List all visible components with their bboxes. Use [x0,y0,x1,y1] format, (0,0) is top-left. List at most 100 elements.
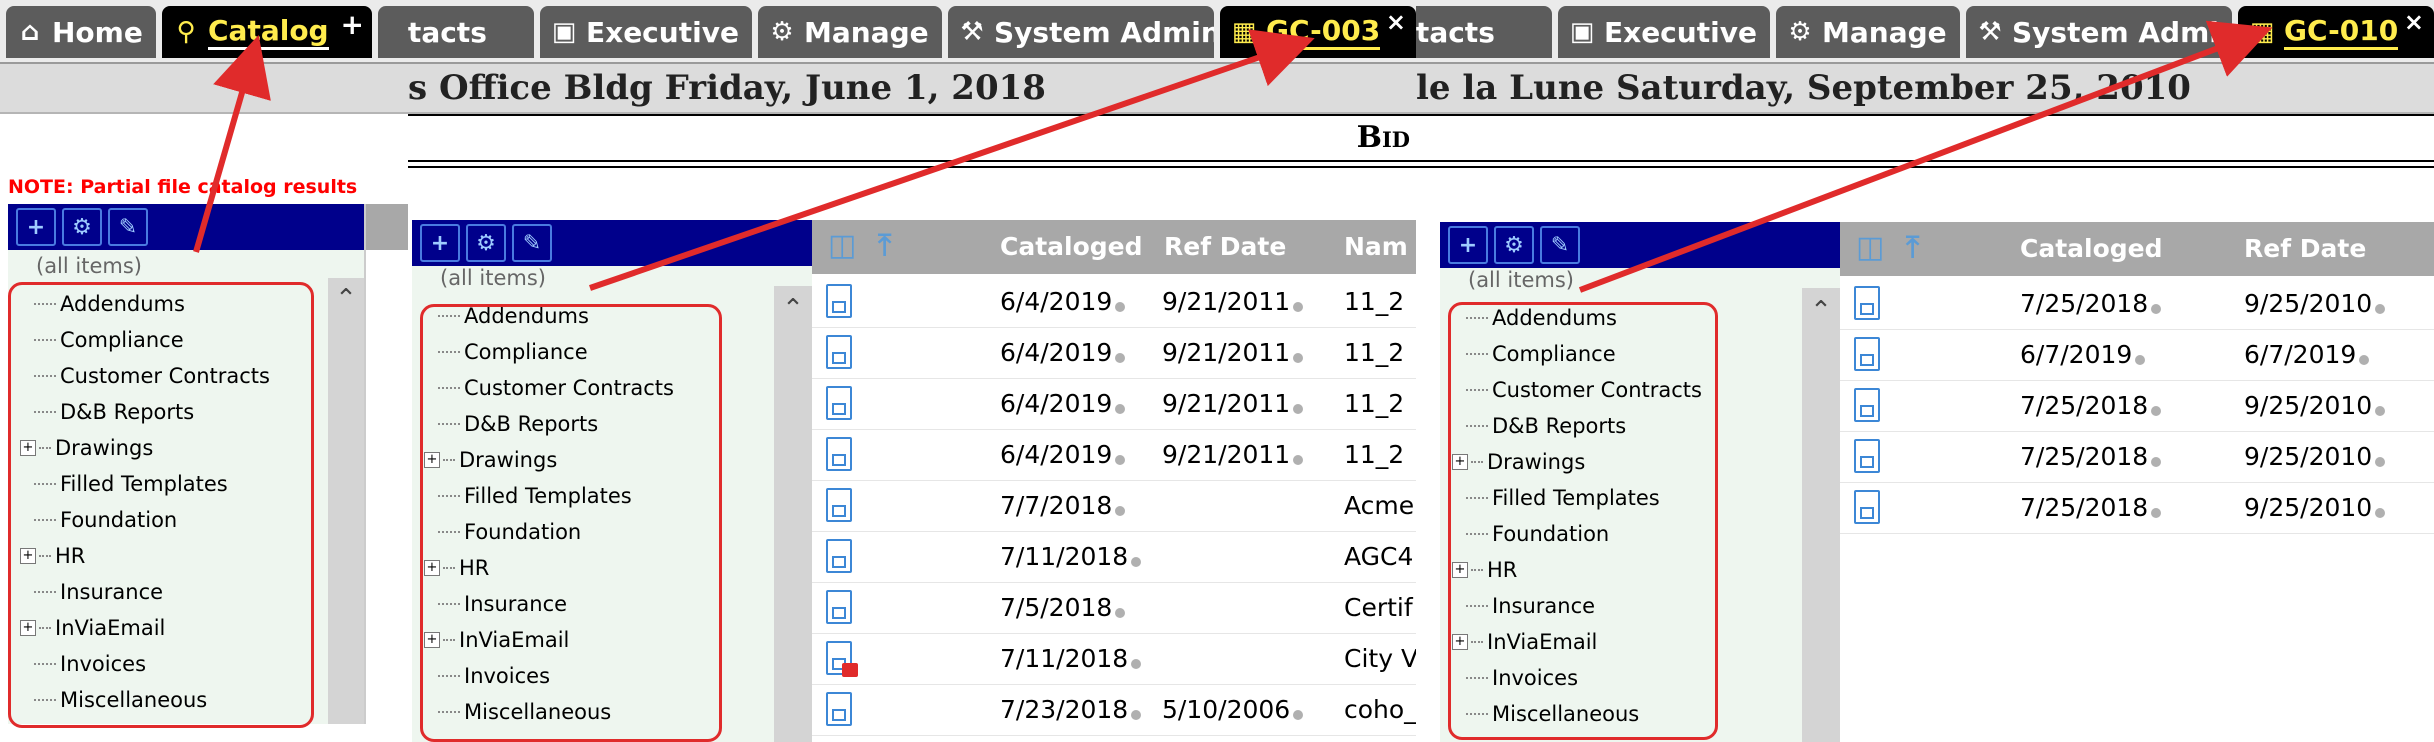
info-dot-icon[interactable] [1293,710,1304,720]
cell-ref-date: 9/25/2010 [2244,380,2386,431]
upload-icon[interactable]: ⤒ [878,229,912,263]
close-icon[interactable]: × [2404,8,2424,36]
folder-edit-icon[interactable]: ✎ [1540,226,1580,264]
folder-settings-icon[interactable]: ⚙ [1494,226,1534,264]
table-row[interactable]: 6/4/2019 9/21/2011 11_2 [812,327,1416,379]
add-tab-button[interactable]: + [341,8,364,41]
locked-file-icon[interactable] [826,641,858,677]
info-dot-icon[interactable] [1293,353,1304,363]
info-dot-icon[interactable] [1115,506,1126,516]
table-row[interactable]: 7/25/2018 9/25/2010 [1840,380,2434,432]
info-dot-icon[interactable] [1115,404,1126,414]
file-link-icon[interactable] [1854,388,1880,422]
upload-icon[interactable]: ⤒ [1906,231,1940,265]
info-dot-icon[interactable] [2359,355,2370,365]
file-link-icon[interactable] [826,284,852,318]
table-row[interactable]: 7/25/2018 9/25/2010 [1840,278,2434,330]
table-row[interactable]: 6/7/2019 6/7/2019 [1840,329,2434,381]
file-link-icon[interactable] [826,335,852,369]
table-row[interactable]: 7/25/2018 9/25/2010 [1840,482,2434,534]
info-dot-icon[interactable] [2151,406,2162,416]
info-dot-icon[interactable] [2375,406,2386,416]
file-link-icon[interactable] [826,386,852,420]
table-row[interactable]: 6/4/2019 9/21/2011 11_2 [812,378,1416,430]
info-dot-icon[interactable] [1293,455,1304,465]
tab-contacts[interactable]: ntacts [408,6,534,58]
folder-edit-icon[interactable]: ✎ [108,208,148,246]
info-dot-icon[interactable] [2375,457,2386,467]
info-dot-icon[interactable] [1115,608,1126,618]
table-row[interactable]: 7/11/2018 City V [812,633,1416,685]
scroll-up-icon[interactable]: ⌃ [328,284,364,314]
tab-manage[interactable]: ⚙ Manage [1776,6,1960,58]
file-link-icon[interactable] [826,437,852,471]
col-cataloged[interactable]: Cataloged [1000,220,1143,274]
info-dot-icon[interactable] [2151,304,2162,314]
tab-system-admin[interactable]: ⚒ System Admin [1966,6,2232,58]
file-link-icon[interactable] [1854,286,1880,320]
scroll-up-icon[interactable]: ⌃ [1802,296,1840,326]
info-dot-icon[interactable] [1131,710,1142,720]
col-cataloged[interactable]: Cataloged [2020,222,2163,276]
info-dot-icon[interactable] [1293,302,1304,312]
col-ref-date[interactable]: Ref Date [1164,220,1286,274]
table-row[interactable]: 7/23/2018 5/10/2006 coho_ [812,684,1416,736]
table-row[interactable]: 7/25/2018 9/25/2010 [1840,431,2434,483]
info-dot-icon[interactable] [1115,302,1126,312]
tab-gc-010[interactable]: ▦ GC-010 × [2238,6,2434,58]
tab-contacts[interactable]: ntacts [1416,6,1552,58]
cell-name: Acme [1344,480,1414,531]
tab-executive[interactable]: ▣ Executive [1558,6,1770,58]
col-ref-date[interactable]: Ref Date [2244,222,2366,276]
tab-gc-003[interactable]: ▦ GC-003 × [1220,6,1416,58]
tree-scrollbar[interactable]: ⌃ [1802,288,1840,742]
tab-catalog[interactable]: ⚲ Catalog + [162,6,372,58]
close-icon[interactable]: × [1386,8,1406,36]
table-row[interactable]: 6/4/2019 9/21/2011 11_2 [812,276,1416,328]
tab-home[interactable]: ⌂ Home [6,6,156,58]
file-link-icon[interactable] [1854,490,1880,524]
file-link-icon[interactable] [826,590,852,624]
table-row[interactable]: 6/4/2019 9/21/2011 11_2 [812,429,1416,481]
folder-edit-icon[interactable]: ✎ [512,224,552,262]
col-name[interactable]: Nam [1344,220,1408,274]
tab-bar: ntacts ▣ Executive ⚙ Manage ⚒ System Adm… [408,0,1416,62]
file-link-icon[interactable] [1854,337,1880,371]
tree-scrollbar[interactable]: ⌃ [774,286,812,742]
info-dot-icon[interactable] [2151,508,2162,518]
info-dot-icon[interactable] [2135,355,2146,365]
file-link-icon[interactable] [826,488,852,522]
add-folder-icon[interactable]: + [16,208,56,246]
file-link-icon[interactable] [826,539,852,573]
table-row[interactable]: 7/11/2018 AGC4 [812,531,1416,583]
tree-view-icon[interactable]: ◫ [1856,231,1890,265]
info-dot-icon[interactable] [2375,304,2386,314]
folder-settings-icon[interactable]: ⚙ [466,224,506,262]
add-folder-icon[interactable]: + [1448,226,1488,264]
scroll-up-icon[interactable]: ⌃ [774,294,812,324]
info-dot-icon[interactable] [1115,353,1126,363]
tab-executive[interactable]: ▣ Executive [540,6,752,58]
cell-cataloged-value: 7/5/2018 [1000,593,1113,622]
info-dot-icon[interactable] [1115,455,1126,465]
tree-all-items[interactable]: (all items) [1468,268,1574,292]
file-link-icon[interactable] [1854,439,1880,473]
tab-system-admin[interactable]: ⚒ System Admin [948,6,1214,58]
tree-all-items[interactable]: (all items) [36,254,142,278]
add-folder-icon[interactable]: + [420,224,460,262]
info-dot-icon[interactable] [2151,457,2162,467]
cell-name: 11_2 [1344,378,1404,429]
file-link-icon[interactable] [826,692,852,726]
info-dot-icon[interactable] [1131,659,1142,669]
table-row[interactable]: 7/5/2018 Certif [812,582,1416,634]
info-dot-icon[interactable] [2375,508,2386,518]
tab-partial[interactable] [378,6,408,58]
folder-settings-icon[interactable]: ⚙ [62,208,102,246]
tab-manage[interactable]: ⚙ Manage [758,6,942,58]
tree-all-items[interactable]: (all items) [440,266,546,290]
info-dot-icon[interactable] [1131,557,1142,567]
tree-scrollbar[interactable]: ⌃ [328,278,364,724]
tree-view-icon[interactable]: ◫ [828,229,862,263]
table-row[interactable]: 7/7/2018 Acme [812,480,1416,532]
info-dot-icon[interactable] [1293,404,1304,414]
